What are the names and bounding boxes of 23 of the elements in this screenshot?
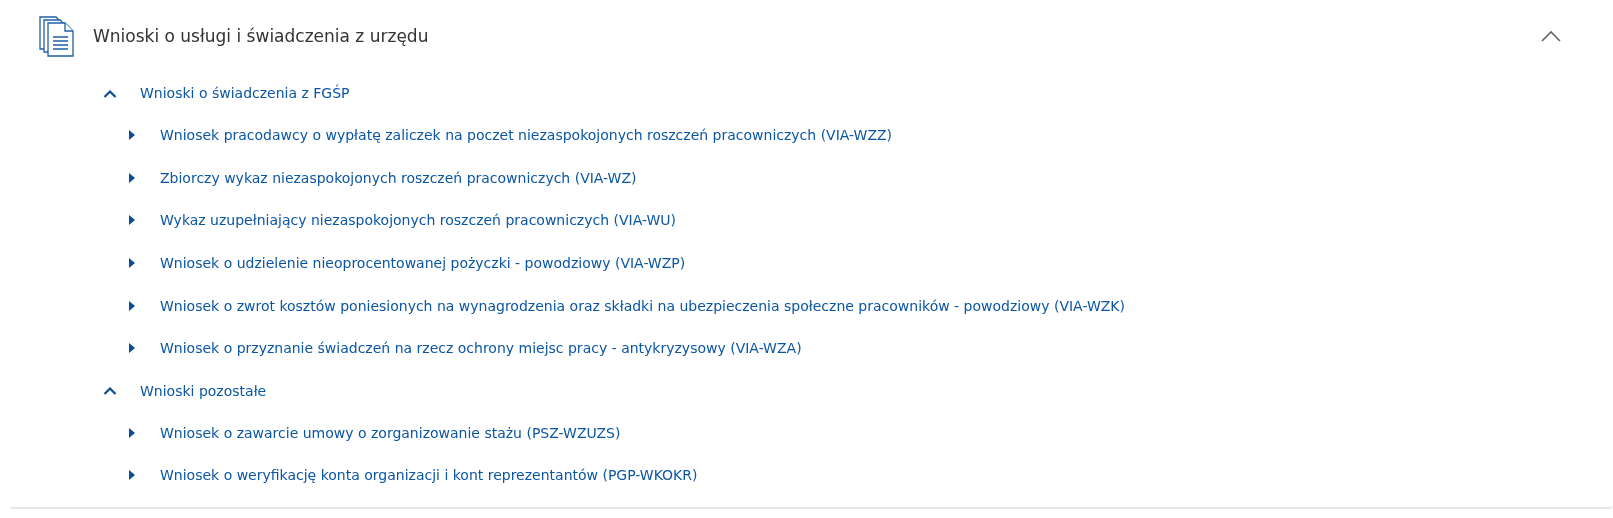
caret-right-icon xyxy=(129,300,135,311)
form-link[interactable]: Wniosek o weryfikację konta organizacji i kont reprezentantów (PGP-WKOKR) xyxy=(160,467,698,484)
documents-icon xyxy=(38,15,76,57)
caret-right-icon xyxy=(129,470,135,481)
section-title: Wnioski o usługi i świadczenia z urzędu xyxy=(93,26,430,46)
form-link[interactable]: Wniosek pracodawcy o wypłatę zaliczek na poczet niezaspokojonych roszczeń pracowniczych (VIA-WZZ) xyxy=(160,127,893,144)
caret-right-icon xyxy=(129,258,135,269)
caret-right-icon xyxy=(129,172,135,183)
form-link[interactable]: Wniosek o zwrot kosztów poniesionych na wynagrodzenia oraz składki na ubezpieczenia społeczne pracowników - powodziowy (VIA-WZK) xyxy=(160,297,1125,314)
collapse-button[interactable] xyxy=(1541,30,1561,42)
caret-right-icon xyxy=(129,215,135,226)
form-link[interactable]: Wniosek o udzielenie nieoprocentowanej pożyczki - powodziowy (VIA-WZP) xyxy=(160,255,686,272)
caret-right-icon xyxy=(129,130,135,141)
group-link[interactable]: Wnioski o świadczenia z FGŚP xyxy=(140,85,350,101)
group-link[interactable]: Wnioski pozostałe xyxy=(140,382,267,399)
caret-right-icon xyxy=(129,427,135,438)
caret-right-icon xyxy=(129,343,135,354)
form-link[interactable]: Wykaz uzupełniający niezaspokojonych roszczeń pracowniczych (VIA-WU) xyxy=(160,212,676,229)
chevron-up-icon[interactable] xyxy=(103,88,117,98)
chevron-up-icon[interactable] xyxy=(103,386,117,396)
form-link[interactable]: Wniosek o przyznanie świadczeń na rzecz ochrony miejsc pracy - antykryzysowy (VIA-WZA) xyxy=(160,340,802,357)
form-link[interactable]: Wniosek o zawarcie umowy o zorganizowanie stażu (PSZ-WZUZS) xyxy=(160,424,621,441)
form-link[interactable]: Zbiorczy wykaz niezaspokojonych roszczeń pracowniczych (VIA-WZ) xyxy=(160,169,637,186)
